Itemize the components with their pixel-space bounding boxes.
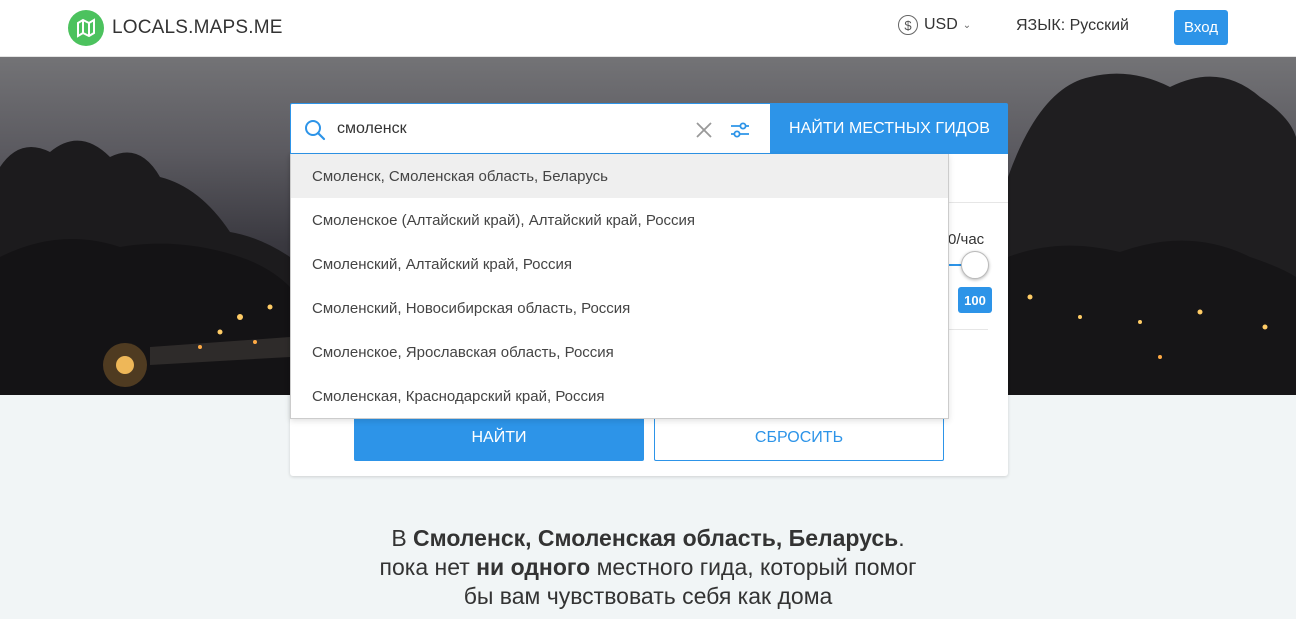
suggestion-item[interactable]: Смоленск, Смоленская область, Беларусь [291,154,948,198]
price-label: 0/час [948,231,985,248]
message-line-3: бы вам чувствовать себя как дома [463,583,833,609]
logo-icon [68,10,104,46]
logo-text: LOCALS.MAPS.ME [112,17,283,38]
find-local-guides-button[interactable]: НАЙТИ МЕСТНЫХ ГИДОВ [771,103,1008,154]
panel-divider [948,329,988,330]
search-icon [305,120,326,141]
price-slider-value: 100 [958,287,992,313]
message-line-2: пока нет ни одного местного гида, которы… [379,554,917,580]
suggestion-item[interactable]: Смоленское (Алтайский край), Алтайский к… [291,198,948,242]
suggestion-item[interactable]: Смоленское, Ярославская область, Россия [291,330,948,374]
search-box [290,103,771,154]
price-slider-handle[interactable] [961,251,989,279]
message-place: Смоленск, Смоленская область, Беларусь [413,525,899,551]
suggestion-item[interactable]: Смоленский, Алтайский край, Россия [291,242,948,286]
reset-button[interactable]: СБРОСИТЬ [654,415,944,461]
suggestion-item[interactable]: Смоленская, Краснодарский край, Россия [291,374,948,418]
top-header: LOCALS.MAPS.ME $ USD ⌄ ЯЗЫК: Русский Вхо… [0,0,1296,57]
chevron-down-icon: ⌄ [962,19,972,31]
search-input[interactable] [337,116,677,142]
suggestions-dropdown: Смоленск, Смоленская область, Беларусь С… [290,154,949,419]
find-button[interactable]: НАЙТИ [354,415,644,461]
message-line-1: В Смоленск, Смоленская область, Беларусь… [391,525,905,551]
filters-icon[interactable] [729,119,751,141]
no-guides-message: В Смоленск, Смоленская область, Беларусь… [300,524,996,611]
currency-label: USD [924,16,958,33]
login-button[interactable]: Вход [1174,10,1228,45]
clear-icon[interactable] [694,120,714,140]
suggestion-item[interactable]: Смоленский, Новосибирская область, Росси… [291,286,948,330]
currency-selector[interactable]: $ USD ⌄ [898,15,971,35]
logo[interactable]: LOCALS.MAPS.ME [68,10,283,46]
language-selector[interactable]: ЯЗЫК: Русский [1016,17,1129,35]
dollar-icon: $ [898,15,918,35]
